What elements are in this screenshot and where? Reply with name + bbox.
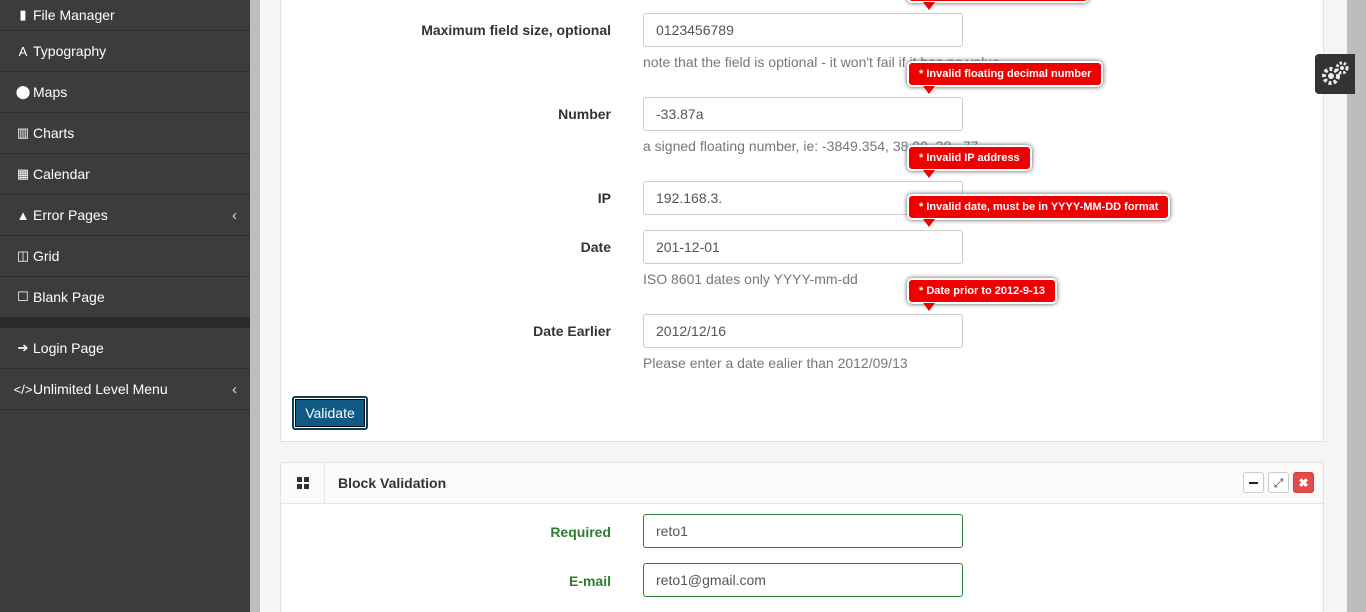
- sidebar-item-label: Typography: [33, 43, 107, 59]
- chevron-left-icon: ‹: [232, 380, 237, 398]
- required-label: Required: [550, 524, 611, 540]
- main-content: Maximum field size, optional note that t…: [260, 0, 1347, 612]
- block-validation-panel: Block Validation ⤢ ✖ Required E-mail: [280, 462, 1324, 612]
- columns-icon: ◫: [16, 248, 30, 263]
- sidebar-item-login-page[interactable]: ➔ Login Page: [0, 328, 250, 369]
- date-input[interactable]: [643, 230, 963, 264]
- sidebar-item-label: Grid: [33, 248, 60, 264]
- sidebar-item-grid[interactable]: ◫ Grid: [0, 236, 250, 277]
- sidebar-item-label: Blank Page: [33, 289, 105, 305]
- number-label: Number: [558, 106, 611, 122]
- file-icon: ▮: [19, 7, 27, 22]
- chevron-left-icon: ‹: [232, 206, 237, 224]
- sidebar-item-label: Error Pages: [33, 207, 108, 223]
- sidebar-item-label: Maps: [33, 84, 68, 100]
- email-label: E-mail: [568, 573, 611, 589]
- bar-chart-icon: ▥: [16, 125, 30, 140]
- panel-icon-box: [281, 463, 325, 503]
- sidebar-item-unlimited-level-menu[interactable]: </> Unlimited Level Menu ‹: [0, 369, 250, 410]
- validate-button[interactable]: Validate: [292, 396, 368, 430]
- date-help: ISO 8601 dates only YYYY-mm-dd: [643, 271, 858, 287]
- gutter: [250, 0, 260, 612]
- number-error-tooltip: * Invalid floating decimal number: [907, 61, 1104, 94]
- max-size-label: Maximum field size, optional: [421, 22, 611, 38]
- close-button[interactable]: ✖: [1293, 472, 1314, 493]
- date-earlier-help: Please enter a date ealier than 2012/09/…: [643, 355, 908, 371]
- sidebar-item-label: Unlimited Level Menu: [33, 381, 168, 397]
- ip-error-tooltip: * Invalid IP address: [907, 145, 1032, 178]
- ip-label: IP: [597, 190, 611, 206]
- sidebar-item-label: Charts: [33, 125, 75, 141]
- email-input[interactable]: [643, 563, 963, 597]
- sidebar-separator: [0, 318, 250, 328]
- max-size-input[interactable]: [643, 13, 963, 47]
- sidebar-item-file-manager[interactable]: ▮ File Manager: [0, 0, 250, 31]
- minus-icon: [1249, 481, 1258, 484]
- warning-icon: ▲: [16, 207, 30, 223]
- panel-title: Block Validation: [338, 475, 447, 491]
- date-earlier-input[interactable]: [643, 314, 963, 348]
- sidebar-item-typography[interactable]: A Typography: [0, 31, 250, 72]
- settings-button[interactable]: [1315, 54, 1355, 94]
- clipped-error-tooltip: [907, 0, 1089, 10]
- map-marker-icon: ⬤: [15, 84, 31, 99]
- sign-in-icon: ➔: [17, 340, 29, 355]
- square-icon: ☐: [17, 289, 29, 304]
- font-icon: A: [18, 43, 28, 59]
- fullscreen-button[interactable]: ⤢: [1268, 472, 1289, 493]
- date-label: Date: [580, 239, 611, 255]
- sidebar-item-label: Login Page: [33, 340, 104, 356]
- required-input[interactable]: [643, 514, 963, 548]
- sidebar-item-blank-page[interactable]: ☐ Blank Page: [0, 277, 250, 318]
- sidebar-item-charts[interactable]: ▥ Charts: [0, 113, 250, 154]
- sidebar: ▮ File Manager A Typography ⬤ Maps ▥ Charts ▦ Cal…: [0, 0, 250, 612]
- number-input[interactable]: [643, 97, 963, 131]
- sidebar-item-label: File Manager: [33, 7, 115, 23]
- grid-icon: [296, 477, 309, 489]
- date-earlier-label: Date Earlier: [533, 323, 611, 339]
- date-error-tooltip: * Invalid date, must be in YYYY-MM-DD fo…: [907, 194, 1171, 227]
- validation-form-panel: Maximum field size, optional note that t…: [280, 0, 1324, 442]
- sidebar-item-error-pages[interactable]: ▲ Error Pages ‹: [0, 195, 250, 236]
- calendar-icon: ▦: [16, 166, 30, 181]
- sidebar-item-maps[interactable]: ⬤ Maps: [0, 72, 250, 113]
- collapse-button[interactable]: [1243, 472, 1264, 493]
- date-earlier-error-tooltip: * Date prior to 2012-9-13: [907, 278, 1057, 311]
- expand-icon: ⤢: [1273, 475, 1284, 490]
- close-icon: ✖: [1298, 475, 1309, 490]
- code-icon: </>: [13, 381, 33, 397]
- sidebar-item-label: Calendar: [33, 166, 90, 182]
- gears-icon: [1322, 61, 1349, 85]
- panel-header: Block Validation ⤢ ✖: [281, 463, 1323, 504]
- sidebar-item-calendar[interactable]: ▦ Calendar: [0, 154, 250, 195]
